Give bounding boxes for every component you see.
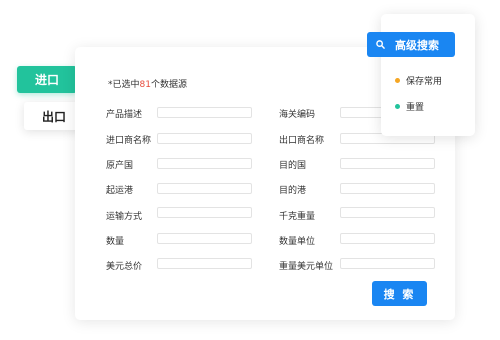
- label-product-description: 产品描述: [106, 110, 143, 120]
- label-exporter-name: 出口商名称: [279, 136, 325, 146]
- input-weight-usd-unit[interactable]: [340, 258, 435, 269]
- label-transport-mode: 运输方式: [106, 212, 143, 222]
- label-destination-country: 目的国: [279, 161, 307, 171]
- label-quantity: 数量: [106, 237, 125, 247]
- advanced-search-label: 高级搜索: [395, 38, 439, 52]
- selected-sources-info: *已选中81个数据源: [108, 77, 187, 90]
- input-destination-country[interactable]: [340, 158, 435, 169]
- label-destination-port: 目的港: [279, 186, 307, 196]
- input-quantity-unit[interactable]: [340, 233, 435, 244]
- advanced-search-button[interactable]: 高级搜索: [367, 32, 455, 57]
- label-importer-name: 进口商名称: [106, 136, 152, 146]
- label-weight-kg: 千克重量: [279, 212, 316, 222]
- input-origin-country[interactable]: [157, 158, 252, 169]
- menu-reset[interactable]: 重置: [395, 100, 424, 113]
- label-weight-usd-unit: 重量美元单位: [279, 262, 334, 272]
- reset-dot-icon: [395, 104, 400, 109]
- label-quantity-unit: 数量单位: [279, 237, 316, 247]
- label-hs-code: 海关编码: [279, 110, 316, 120]
- label-departure-port: 起运港: [106, 186, 134, 196]
- input-departure-port[interactable]: [157, 183, 252, 194]
- search-button[interactable]: 搜 索: [372, 281, 427, 306]
- menu-save-favorite[interactable]: 保存常用: [395, 74, 442, 87]
- input-weight-kg[interactable]: [340, 207, 435, 218]
- selected-suffix: 个数据源: [150, 80, 187, 90]
- save-favorite-label: 保存常用: [406, 77, 443, 87]
- label-usd-total: 美元总价: [106, 262, 143, 272]
- input-importer-name[interactable]: [157, 133, 252, 144]
- selected-prefix: *已选中: [108, 80, 140, 90]
- reset-label: 重置: [406, 103, 425, 113]
- label-origin-country: 原产国: [106, 161, 134, 171]
- tab-import[interactable]: 进口: [17, 66, 77, 93]
- input-transport-mode[interactable]: [157, 207, 252, 218]
- selected-count: 81: [139, 80, 151, 90]
- input-product-description[interactable]: [157, 107, 252, 118]
- input-quantity[interactable]: [157, 233, 252, 244]
- input-destination-port[interactable]: [340, 183, 435, 194]
- input-usd-total[interactable]: [157, 258, 252, 269]
- search-icon: [376, 40, 385, 49]
- save-dot-icon: [395, 78, 400, 83]
